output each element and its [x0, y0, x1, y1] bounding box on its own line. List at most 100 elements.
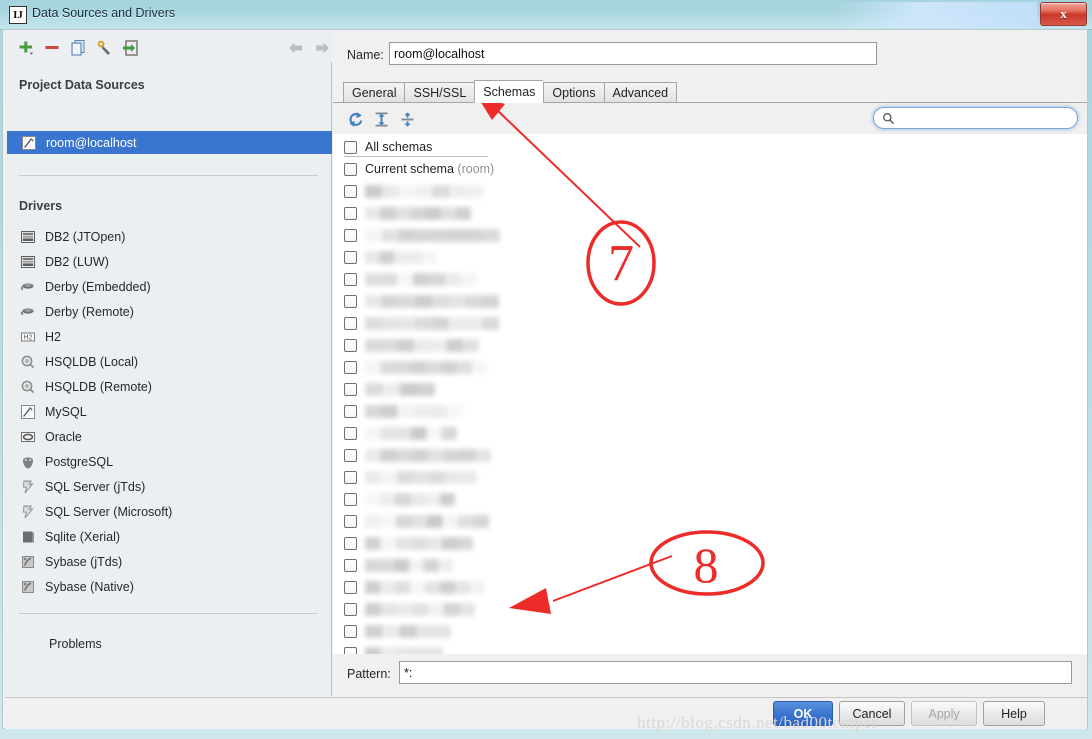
schema-checkbox[interactable]	[344, 184, 357, 198]
schema-checkbox[interactable]	[344, 536, 357, 550]
cancel-button[interactable]: Cancel	[839, 701, 905, 726]
schema-label-suffix: (room)	[453, 162, 495, 176]
drivers-heading: Drivers	[19, 199, 63, 213]
driver-label: DB2 (JTOpen)	[45, 229, 126, 244]
remove-data-source-button[interactable]	[42, 38, 62, 58]
schema-checkbox[interactable]	[344, 558, 357, 572]
schema-list-item[interactable]	[333, 576, 1087, 598]
tab-advanced[interactable]: Advanced	[603, 82, 678, 103]
schema-list-item[interactable]	[333, 620, 1087, 642]
import-data-source-button[interactable]	[120, 38, 140, 58]
tab-ssh-ssl[interactable]: SSH/SSL	[404, 82, 475, 103]
driver-settings-button[interactable]	[94, 38, 114, 58]
driver-list-item[interactable]: H2 H2	[19, 324, 319, 349]
navigate-back-button[interactable]	[286, 38, 306, 58]
pattern-input[interactable]	[399, 661, 1072, 684]
name-input[interactable]	[389, 42, 877, 65]
schema-list-item[interactable]	[333, 180, 1087, 202]
driver-list-item[interactable]: SQL Server (Microsoft)	[19, 499, 319, 524]
schema-checkbox[interactable]	[344, 360, 357, 374]
driver-list-item[interactable]: Sybase (jTds)	[19, 549, 319, 574]
schema-list-item[interactable]	[333, 334, 1087, 356]
schema-checkbox[interactable]	[344, 250, 357, 264]
driver-list-item[interactable]: PostgreSQL	[19, 449, 319, 474]
sidebar-item-room-localhost[interactable]: room@localhost	[7, 131, 332, 154]
name-row: Name:	[333, 41, 1087, 71]
schema-checkbox[interactable]	[344, 448, 357, 462]
schema-list-item[interactable]: Current schema (room)	[333, 158, 1087, 180]
driver-list-item[interactable]: HSQLDB (Remote)	[19, 374, 319, 399]
refresh-schemas-button[interactable]	[345, 109, 365, 129]
navigate-forward-button[interactable]	[312, 38, 332, 58]
driver-list-item[interactable]: DB2 (LUW)	[19, 249, 319, 274]
schema-checkbox[interactable]	[344, 162, 357, 176]
schema-checkbox[interactable]	[344, 294, 357, 308]
driver-list-item[interactable]: SQL Server (jTds)	[19, 474, 319, 499]
schema-list-item[interactable]	[333, 466, 1087, 488]
close-window-button[interactable]: x	[1040, 2, 1087, 26]
schema-checkbox[interactable]	[344, 492, 357, 506]
schema-list-item[interactable]	[333, 444, 1087, 466]
schema-search-box[interactable]	[873, 107, 1078, 130]
tab-schemas[interactable]: Schemas	[474, 80, 544, 103]
schema-list-item[interactable]	[333, 312, 1087, 334]
tab-general[interactable]: General	[343, 82, 405, 103]
schema-list[interactable]: All schemasCurrent schema (room)room (Cu…	[333, 134, 1087, 655]
schema-list-item[interactable]	[333, 290, 1087, 312]
driver-list-item[interactable]: HSQLDB (Local)	[19, 349, 319, 374]
driver-list-item[interactable]: MySQL	[19, 399, 319, 424]
schema-checkbox[interactable]	[344, 228, 357, 242]
dialog-body: Project Data Sources room@localhost Driv…	[2, 29, 1088, 729]
h2-icon: H2	[19, 328, 36, 345]
schema-list-item[interactable]	[333, 532, 1087, 554]
schema-list-item[interactable]: All schemas	[333, 136, 1087, 158]
schema-list-item[interactable]	[333, 202, 1087, 224]
schema-checkbox[interactable]	[344, 404, 357, 418]
expand-all-button[interactable]	[371, 109, 391, 129]
sqlserver-icon	[19, 478, 36, 495]
schema-list-item[interactable]	[333, 356, 1087, 378]
ok-button[interactable]: OK	[773, 701, 833, 726]
schema-list-item[interactable]	[333, 224, 1087, 246]
db2-icon	[19, 253, 36, 270]
schema-checkbox[interactable]	[344, 140, 357, 154]
schema-list-item[interactable]	[333, 400, 1087, 422]
schema-label: All schemas	[365, 140, 433, 154]
driver-list-item[interactable]: Sybase (Native)	[19, 574, 319, 599]
schema-list-item[interactable]	[333, 246, 1087, 268]
schema-checkbox[interactable]	[344, 272, 357, 286]
schema-list-item[interactable]	[333, 598, 1087, 620]
schema-checkbox[interactable]	[344, 206, 357, 220]
schema-list-item[interactable]	[333, 422, 1087, 444]
problems-label[interactable]: Problems	[49, 637, 102, 651]
schema-list-item[interactable]	[333, 378, 1087, 400]
schema-list-item[interactable]	[333, 510, 1087, 532]
schema-list-item[interactable]	[333, 488, 1087, 510]
duplicate-data-source-button[interactable]	[68, 38, 88, 58]
schema-checkbox[interactable]	[344, 514, 357, 528]
collapse-all-button[interactable]	[397, 109, 417, 129]
schema-checkbox[interactable]	[344, 316, 357, 330]
driver-list-item[interactable]: DB2 (JTOpen)	[19, 224, 319, 249]
schema-list-item[interactable]	[333, 554, 1087, 576]
schema-list-item[interactable]	[333, 268, 1087, 290]
help-button[interactable]: Help	[983, 701, 1045, 726]
driver-list-item[interactable]: Oracle	[19, 424, 319, 449]
driver-label: SQL Server (Microsoft)	[45, 504, 173, 519]
add-data-source-button[interactable]	[16, 38, 36, 58]
schema-checkbox[interactable]	[344, 382, 357, 396]
schema-checkbox[interactable]	[344, 624, 357, 638]
title-bar: IJ Data Sources and Drivers x	[0, 0, 1092, 30]
driver-list-item[interactable]: Sqlite (Xerial)	[19, 524, 319, 549]
tab-options[interactable]: Options	[543, 82, 604, 103]
schema-checkbox[interactable]	[344, 338, 357, 352]
schema-checkbox[interactable]	[344, 470, 357, 484]
schema-checkbox[interactable]	[344, 602, 357, 616]
hsqldb-icon	[19, 378, 36, 395]
driver-list-item[interactable]: Derby (Embedded)	[19, 274, 319, 299]
schema-checkbox[interactable]	[344, 580, 357, 594]
schema-checkbox[interactable]	[344, 426, 357, 440]
schema-search-input[interactable]	[900, 108, 1076, 130]
driver-list-item[interactable]: Derby (Remote)	[19, 299, 319, 324]
right-panel: Name: GeneralSSH/SSLSchemasOptionsAdvanc…	[333, 32, 1087, 696]
